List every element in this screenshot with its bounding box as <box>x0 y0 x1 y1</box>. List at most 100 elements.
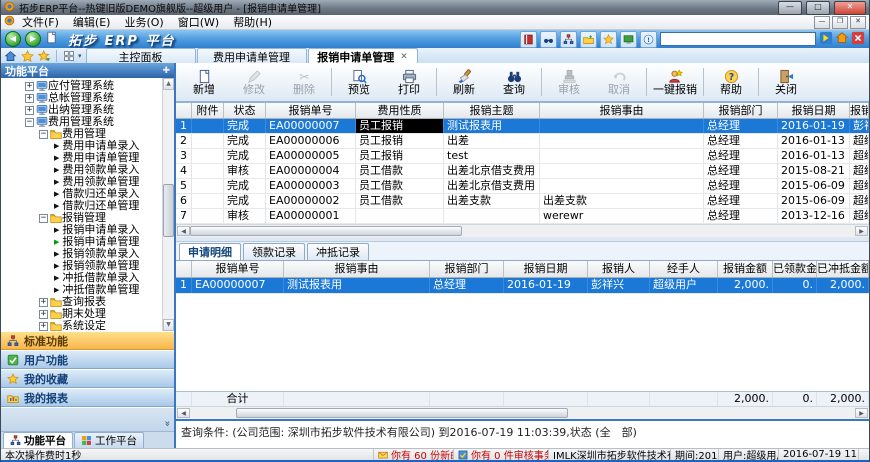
pin-icon[interactable]: ✚ <box>162 66 170 76</box>
cell[interactable]: 完成 <box>224 194 266 208</box>
query-button[interactable]: 查询 <box>489 64 539 100</box>
cell[interactable]: werewr <box>540 209 704 223</box>
column-header[interactable]: 报销人 <box>588 261 650 277</box>
expand-icon[interactable]: + <box>25 106 34 115</box>
cell[interactable]: test <box>444 149 540 163</box>
banner-favorites-button[interactable] <box>600 31 617 48</box>
cell[interactable]: 2,000. <box>817 278 869 293</box>
cell[interactable]: 2016-01-19 <box>778 119 850 133</box>
cell[interactable]: 测试报表用 <box>284 278 430 293</box>
table-row[interactable]: 3完成EA00000005员工报销test总经理2016-01-13超级用户 <box>176 149 869 164</box>
favorite-star-icon[interactable] <box>20 49 35 63</box>
cell[interactable]: 总经理 <box>704 119 778 133</box>
column-header[interactable]: 报销单号 <box>192 261 284 277</box>
banner-screen-button[interactable] <box>620 31 637 48</box>
help-button[interactable]: ?帮助 <box>706 64 756 100</box>
document-tab[interactable]: 费用申请单管理 <box>197 48 307 64</box>
cell[interactable]: EA00000006 <box>266 134 356 148</box>
cell[interactable]: 2015-06-09 <box>778 179 850 193</box>
close-button[interactable]: 关闭 <box>761 64 811 100</box>
cell[interactable]: 总经理 <box>704 179 778 193</box>
menu-item[interactable]: 编辑(E) <box>66 16 118 29</box>
detail-tab[interactable]: 冲抵记录 <box>307 243 369 260</box>
cell[interactable]: EA00000003 <box>266 179 356 193</box>
cell[interactable]: 总经理 <box>704 194 778 208</box>
column-header[interactable]: 报销日期 <box>778 103 850 118</box>
cell[interactable]: 员工报销 <box>356 119 444 133</box>
cell[interactable]: 总经理 <box>704 209 778 223</box>
cell[interactable]: 2,000. <box>718 278 773 293</box>
cell[interactable]: EA00000007 <box>266 119 356 133</box>
mdi-close-button[interactable]: ✕ <box>850 16 866 29</box>
menu-item[interactable]: 业务(O) <box>117 16 170 29</box>
column-header[interactable]: 报销主题 <box>444 103 540 118</box>
scroll-left-icon[interactable]: ◀ <box>177 408 190 418</box>
cell[interactable]: 总经理 <box>704 149 778 163</box>
cell[interactable]: 0. <box>773 278 817 293</box>
cell[interactable]: 出差支款 <box>540 194 704 208</box>
table-row[interactable]: 5完成EA00000003员工借款出差北京借支费用总经理2015-06-09超级… <box>176 179 869 194</box>
cell[interactable]: 总经理 <box>430 278 504 293</box>
cell[interactable]: 出差 <box>444 134 540 148</box>
maximize-button[interactable]: □ <box>806 1 830 15</box>
refresh-button[interactable]: 刷新 <box>439 64 489 100</box>
cell[interactable]: 超级用户 <box>850 194 869 208</box>
cell[interactable]: 员工借款 <box>356 164 444 178</box>
mdi-minimize-button[interactable]: — <box>814 16 830 29</box>
cell[interactable] <box>540 149 704 163</box>
column-header[interactable]: 报销部门 <box>704 103 778 118</box>
cell[interactable]: 超级用户 <box>850 134 869 148</box>
banner-notebook-button[interactable] <box>520 31 537 48</box>
table-row[interactable]: 6完成EA00000002员工借款出差支款出差支款总经理2015-06-09超级… <box>176 194 869 209</box>
cell[interactable]: 2016-01-13 <box>778 134 850 148</box>
mdi-restore-button[interactable]: ❐ <box>832 16 848 29</box>
column-header[interactable]: 报销单号 <box>266 103 356 118</box>
cell[interactable]: EA00000001 <box>266 209 356 223</box>
cell[interactable]: 超级用户 <box>850 164 869 178</box>
home-icon[interactable] <box>3 49 18 63</box>
cell[interactable]: 2015-06-09 <box>778 194 850 208</box>
scroll-right-icon[interactable]: ▶ <box>855 408 868 418</box>
scroll-right-icon[interactable]: ▶ <box>855 226 868 236</box>
detail-tab[interactable]: 领款记录 <box>243 243 305 260</box>
menu-item[interactable]: 文件(F) <box>15 16 66 29</box>
document-tab[interactable]: 报销申请单管理✕ <box>308 48 418 64</box>
minimize-button[interactable]: — <box>778 1 802 15</box>
column-header[interactable]: 状态 <box>224 103 266 118</box>
master-grid-hscrollbar[interactable]: ◀ ▶ <box>176 224 869 237</box>
scroll-down-icon[interactable]: ▼ <box>163 319 174 331</box>
scroll-thumb[interactable] <box>163 184 174 237</box>
cell[interactable]: 总经理 <box>704 164 778 178</box>
expand-icon[interactable]: + <box>25 82 34 91</box>
cell[interactable]: 彭祥兴 <box>850 119 869 133</box>
new-button[interactable]: 新增 <box>179 64 229 100</box>
banner-go-button[interactable] <box>819 31 833 48</box>
cell[interactable] <box>192 134 224 148</box>
banner-home-alt-button[interactable] <box>835 31 849 48</box>
tree-item[interactable]: +系统设定 <box>3 320 174 331</box>
forward-button[interactable]: ▶ <box>25 31 41 47</box>
banner-org-button[interactable] <box>560 31 577 48</box>
cell[interactable]: 2016-01-13 <box>778 149 850 163</box>
cell[interactable] <box>192 209 224 223</box>
banner-search-input[interactable] <box>660 32 816 46</box>
sidebar-panel-my-favorites[interactable]: 我的收藏 <box>1 369 174 388</box>
column-header[interactable]: 报销人 <box>850 103 869 118</box>
cell[interactable]: 2016-01-19 <box>504 278 588 293</box>
cell[interactable] <box>540 164 704 178</box>
cell[interactable] <box>356 209 444 223</box>
detail-grid-hscrollbar[interactable]: ◀ ▶ <box>176 406 869 419</box>
expand-icon[interactable]: + <box>39 322 48 331</box>
document-tab[interactable]: 主控面板 <box>86 48 196 64</box>
cell[interactable] <box>192 149 224 163</box>
cell[interactable]: 完成 <box>224 119 266 133</box>
collapse-icon[interactable]: − <box>39 130 48 139</box>
sidebar-panel-my-reports[interactable]: 我的报表 <box>1 388 174 407</box>
column-header[interactable]: 报销事由 <box>540 103 704 118</box>
column-header[interactable]: 附件 <box>192 103 224 118</box>
table-row[interactable]: 4审核EA00000004员工借款出差北京借支费用总经理2015-08-21超级… <box>176 164 869 179</box>
collapse-icon[interactable]: − <box>39 214 48 223</box>
cell[interactable]: 超级用户 <box>850 209 869 223</box>
cell[interactable]: 超级用户 <box>650 278 718 293</box>
column-header[interactable]: 已冲抵金额 <box>817 261 869 277</box>
